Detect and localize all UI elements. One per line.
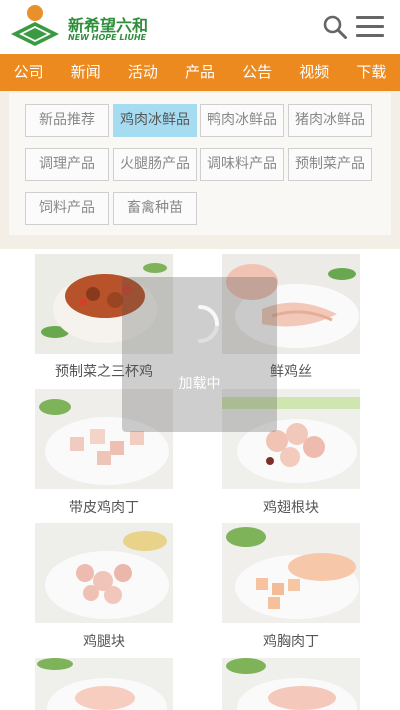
category-panel: 新品推荐 鸡肉冰鲜品 鸭肉冰鲜品 猪肉冰鲜品 调理产品 火腿肠产品 调味料产品 … [9,93,391,235]
nav-item-downloads[interactable]: 下载 [343,54,400,91]
category-new[interactable]: 新品推荐 [25,104,109,137]
main-nav: 公司 新闻 活动 产品 公告 视频 下载 [0,54,400,91]
brand-name-en: NEW HOPE LIUHE [68,33,147,42]
category-feed[interactable]: 饲料产品 [25,192,109,225]
category-pork[interactable]: 猪肉冰鲜品 [288,104,372,137]
product-name-wing-root[interactable]: 鸡翅根块 [222,497,360,517]
nav-item-products[interactable]: 产品 [171,54,228,91]
category-premade-dishes[interactable]: 预制菜产品 [288,148,372,181]
app-header: 新希望六和 NEW HOPE LIUHE [0,0,400,54]
product-image-8[interactable] [222,658,360,710]
category-breeding[interactable]: 畜禽种苗 [113,192,197,225]
nav-item-videos[interactable]: 视频 [286,54,343,91]
product-image-7[interactable] [35,658,173,710]
product-image-chicken-leg-pieces[interactable] [35,523,173,623]
loading-text: 加载中 [178,376,221,392]
nav-item-announcements[interactable]: 公告 [229,54,286,91]
product-name-diced-chicken-skin[interactable]: 带皮鸡肉丁 [35,497,173,517]
menu-icon[interactable] [356,16,384,38]
nav-item-news[interactable]: 新闻 [57,54,114,91]
nav-item-company[interactable]: 公司 [0,54,57,91]
loading-spinner-icon [198,305,219,343]
product-name-chicken-leg-pieces[interactable]: 鸡腿块 [35,631,173,651]
category-duck[interactable]: 鸭肉冰鲜品 [200,104,284,137]
nav-item-events[interactable]: 活动 [114,54,171,91]
search-icon[interactable] [322,14,348,40]
category-prepared[interactable]: 调理产品 [25,148,109,181]
loading-overlay: 加载中 [122,277,277,432]
product-name-diced-breast[interactable]: 鸡胸肉丁 [222,631,360,651]
category-section: 新品推荐 鸡肉冰鲜品 鸭肉冰鲜品 猪肉冰鲜品 调理产品 火腿肠产品 调味料产品 … [0,91,400,243]
product-image-diced-breast[interactable] [222,523,360,623]
category-seasoning[interactable]: 调味料产品 [200,148,284,181]
logo-icon [11,5,59,46]
category-chicken[interactable]: 鸡肉冰鲜品 [113,104,197,137]
category-sausage[interactable]: 火腿肠产品 [113,148,197,181]
